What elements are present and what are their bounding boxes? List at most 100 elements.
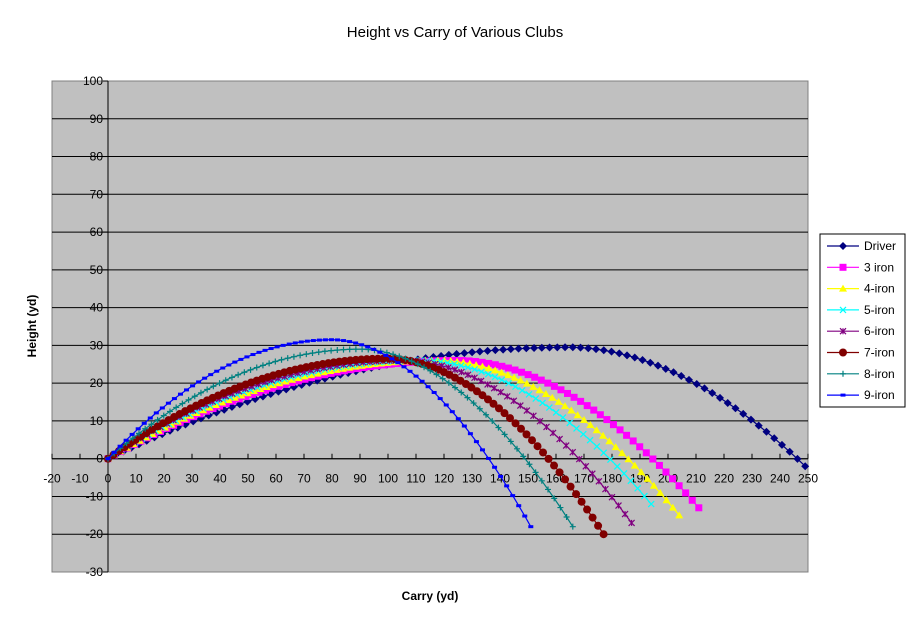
y-tick-label: 80 — [90, 150, 104, 164]
data-point — [274, 345, 280, 349]
data-point — [539, 448, 548, 457]
data-point — [171, 397, 177, 401]
legend-label: 3 iron — [864, 260, 894, 274]
data-point — [642, 449, 650, 457]
legend-label: 4-iron — [864, 282, 895, 296]
data-point — [353, 341, 359, 345]
data-point — [431, 390, 437, 394]
x-tick-label: 80 — [325, 472, 339, 486]
data-point — [498, 362, 506, 370]
data-point — [280, 343, 286, 347]
data-point — [365, 345, 371, 349]
data-point — [335, 338, 341, 342]
x-tick-label: 230 — [742, 472, 762, 486]
y-tick-label: -10 — [86, 489, 104, 503]
data-point — [159, 406, 165, 410]
x-tick-label: 60 — [269, 472, 283, 486]
legend-marker — [840, 393, 846, 397]
data-point — [117, 444, 123, 448]
data-point — [522, 514, 528, 518]
data-point — [147, 416, 153, 420]
data-point — [510, 494, 516, 498]
data-point — [675, 482, 683, 490]
data-point — [141, 421, 147, 425]
data-point — [419, 379, 425, 383]
data-point — [669, 475, 677, 483]
data-point — [377, 350, 383, 354]
x-tick-label: 240 — [770, 472, 790, 486]
data-point — [599, 530, 608, 539]
data-point — [594, 521, 603, 530]
x-tick-label: 130 — [462, 472, 482, 486]
data-point — [262, 348, 268, 352]
data-point — [268, 347, 274, 351]
chart: Height vs Carry of Various Clubs -30-20-… — [25, 24, 906, 603]
data-point — [629, 437, 637, 445]
data-point — [566, 482, 575, 491]
data-point — [533, 442, 542, 451]
data-point — [443, 403, 449, 407]
data-point — [682, 489, 690, 497]
x-tick-label: 220 — [714, 472, 734, 486]
data-point — [537, 376, 545, 384]
data-point — [328, 338, 334, 342]
x-tick-label: -20 — [43, 472, 61, 486]
data-point — [655, 461, 663, 469]
data-point — [304, 339, 310, 343]
data-point — [220, 366, 226, 370]
data-point — [322, 338, 328, 342]
data-point — [359, 343, 365, 347]
data-point — [498, 474, 504, 478]
data-point — [129, 432, 135, 436]
data-point — [564, 389, 572, 397]
y-tick-label: 20 — [90, 376, 104, 390]
data-point — [524, 371, 532, 379]
data-point — [425, 385, 431, 389]
data-point — [590, 406, 598, 414]
data-point — [407, 369, 413, 373]
data-point — [177, 392, 183, 396]
data-point — [196, 380, 202, 384]
data-point — [479, 448, 485, 452]
data-point — [341, 339, 347, 343]
y-tick-label: 90 — [90, 112, 104, 126]
data-point — [202, 376, 208, 380]
x-tick-label: -10 — [71, 472, 89, 486]
data-point — [298, 340, 304, 344]
data-point — [208, 373, 214, 377]
data-point — [528, 525, 534, 529]
data-point — [111, 450, 117, 454]
data-point — [504, 364, 512, 372]
legend-label: 6-iron — [864, 324, 895, 338]
data-point — [256, 350, 262, 354]
data-point — [609, 421, 617, 429]
y-tick-label: -20 — [86, 527, 104, 541]
data-point — [467, 432, 473, 436]
y-tick-label: 70 — [90, 187, 104, 201]
data-point — [511, 366, 519, 374]
x-tick-label: 50 — [241, 472, 255, 486]
data-point — [570, 393, 578, 401]
y-tick-label: -30 — [86, 565, 104, 579]
data-point — [688, 496, 696, 504]
legend-label: Driver — [864, 239, 896, 253]
x-tick-label: 40 — [213, 472, 227, 486]
data-point — [395, 361, 401, 365]
x-tick-label: 10 — [129, 472, 143, 486]
data-point — [244, 355, 250, 359]
data-point — [616, 426, 624, 434]
data-point — [316, 338, 322, 342]
x-tick-label: 180 — [602, 472, 622, 486]
x-tick-label: 140 — [490, 472, 510, 486]
data-point — [310, 339, 316, 343]
data-point — [292, 341, 298, 345]
data-point — [371, 347, 377, 351]
y-tick-label: 50 — [90, 263, 104, 277]
data-point — [577, 497, 586, 506]
legend-marker — [839, 263, 847, 271]
data-point — [544, 454, 553, 463]
data-point — [347, 340, 353, 344]
x-tick-label: 20 — [157, 472, 171, 486]
data-point — [588, 513, 597, 522]
data-point — [583, 402, 591, 410]
